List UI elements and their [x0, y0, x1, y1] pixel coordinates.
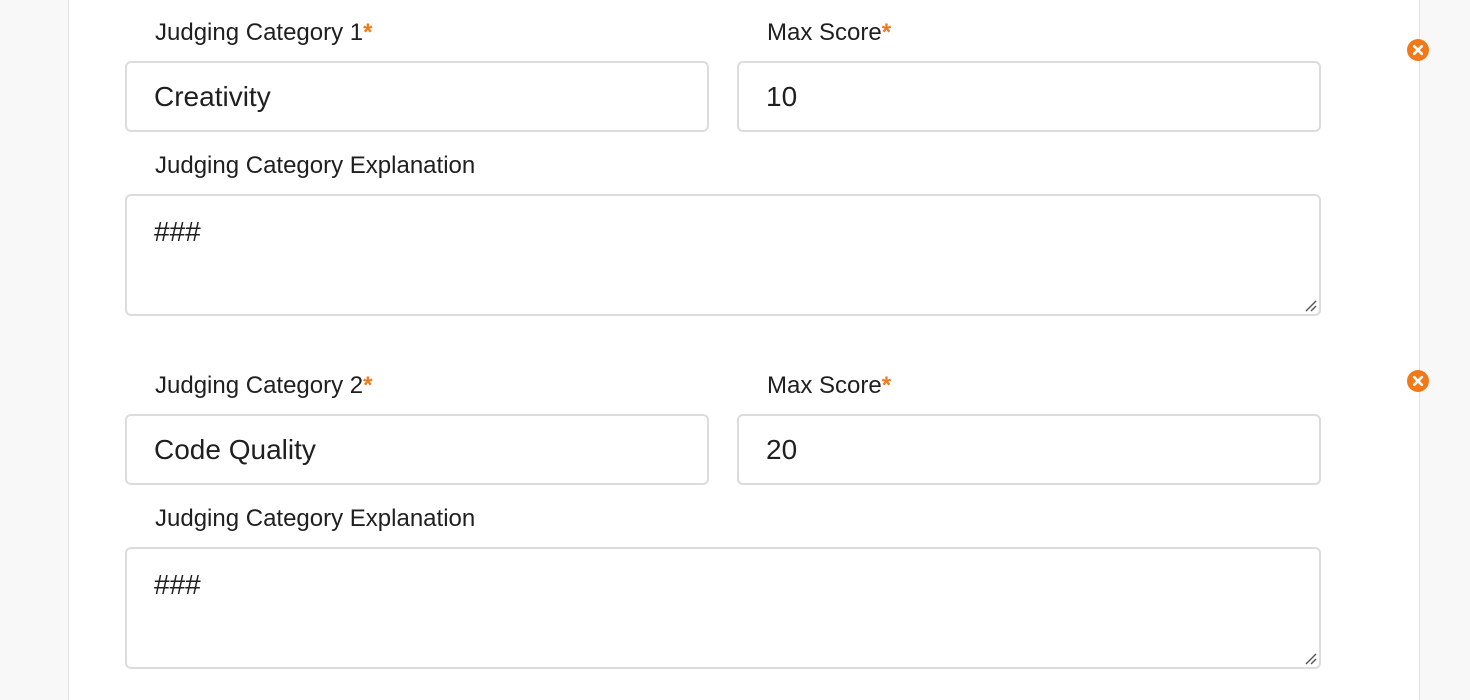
category-name-input[interactable]: Code Quality	[125, 414, 709, 485]
resize-handle-icon[interactable]	[1303, 298, 1317, 312]
explanation-text: ###	[154, 216, 201, 247]
category-name-label-text: Judging Category 2	[155, 372, 364, 399]
explanation-text: ###	[154, 569, 201, 600]
category-name-label-text: Judging Category 1	[155, 19, 364, 46]
explanation-label: Judging Category Explanation	[155, 505, 476, 532]
category-name-label: Judging Category 2*	[155, 372, 372, 400]
remove-category-button[interactable]	[1407, 370, 1429, 392]
required-asterisk: *	[881, 372, 892, 399]
max-score-input[interactable]: 20	[737, 414, 1321, 485]
explanation-label: Judging Category Explanation	[155, 152, 476, 179]
close-circle-icon	[1412, 375, 1424, 387]
close-circle-icon	[1412, 44, 1424, 56]
explanation-textarea[interactable]: ###	[125, 194, 1321, 316]
remove-category-button[interactable]	[1407, 39, 1429, 61]
max-score-input[interactable]: 10	[737, 61, 1321, 132]
required-asterisk: *	[363, 372, 373, 399]
required-asterisk: *	[881, 19, 892, 46]
max-score-label-text: Max Score	[767, 372, 882, 399]
category-name-input[interactable]: Creativity	[125, 61, 709, 132]
resize-handle-icon[interactable]	[1303, 651, 1317, 665]
max-score-label: Max Score*	[767, 19, 891, 47]
max-score-label: Max Score*	[767, 372, 891, 400]
judging-categories-panel: Judging Category 1* Max Score* Creativit…	[68, 0, 1429, 700]
explanation-textarea[interactable]: ###	[125, 547, 1321, 669]
category-name-label: Judging Category 1*	[155, 19, 372, 47]
required-asterisk: *	[363, 19, 373, 46]
max-score-label-text: Max Score	[767, 19, 882, 46]
